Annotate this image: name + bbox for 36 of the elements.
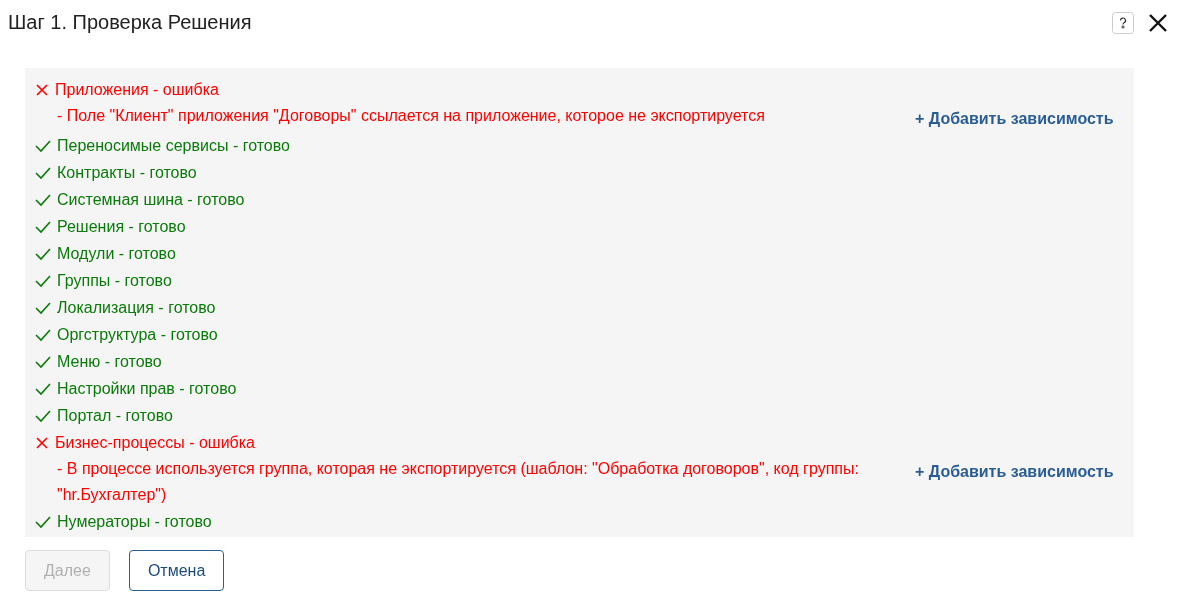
check-icon <box>35 273 51 288</box>
check-icon <box>35 327 51 342</box>
check-icon <box>35 354 51 369</box>
check-icon <box>35 138 51 153</box>
cross-icon <box>35 435 49 450</box>
check-icon <box>35 165 51 180</box>
close-icon[interactable] <box>1148 13 1168 33</box>
check-label: Локализация - готово <box>57 298 216 318</box>
check-label: Настройки прав - готово <box>57 379 237 399</box>
check-label: Меню - готово <box>57 352 162 372</box>
error-detail: - В процессе используется группа, которая не экспортируется (шаблон: "Обработка договоров", код группы: "hr.Бухгалтер") <box>57 459 860 505</box>
check-icon <box>35 408 51 423</box>
check-label: Решения - готово <box>57 217 186 237</box>
check-label: Приложения - ошибка <box>55 80 219 100</box>
add-dependency-link[interactable]: + Добавить зависимость <box>915 106 1114 132</box>
check-label: Системная шина - готово <box>57 190 245 210</box>
cross-icon <box>35 82 49 97</box>
cancel-button[interactable]: Отмена <box>128 550 225 591</box>
check-icon <box>35 514 51 529</box>
check-label: Контракты - готово <box>57 163 197 183</box>
check-label: Модули - готово <box>57 244 176 264</box>
check-label: Группы - готово <box>57 271 172 291</box>
check-icon <box>35 381 51 396</box>
check-icon <box>35 246 51 261</box>
check-label: Бизнес-процессы - ошибка <box>55 433 255 453</box>
check-label: Нумераторы - готово <box>57 512 212 532</box>
dialog-title: Шаг 1. Проверка Решения <box>8 10 252 34</box>
help-icon[interactable] <box>1112 12 1134 34</box>
check-label: Оргструктура - готово <box>57 325 218 345</box>
check-icon <box>35 219 51 234</box>
add-dependency-link[interactable]: + Добавить зависимость <box>915 459 1114 485</box>
check-icon <box>35 300 51 315</box>
check-label: Переносимые сервисы - готово <box>57 136 290 156</box>
error-detail: - Поле "Клиент" приложения "Договоры" ссылается на приложение, которое не экспортируется <box>57 106 766 126</box>
check-label: Портал - готово <box>57 406 173 426</box>
check-icon <box>35 192 51 207</box>
